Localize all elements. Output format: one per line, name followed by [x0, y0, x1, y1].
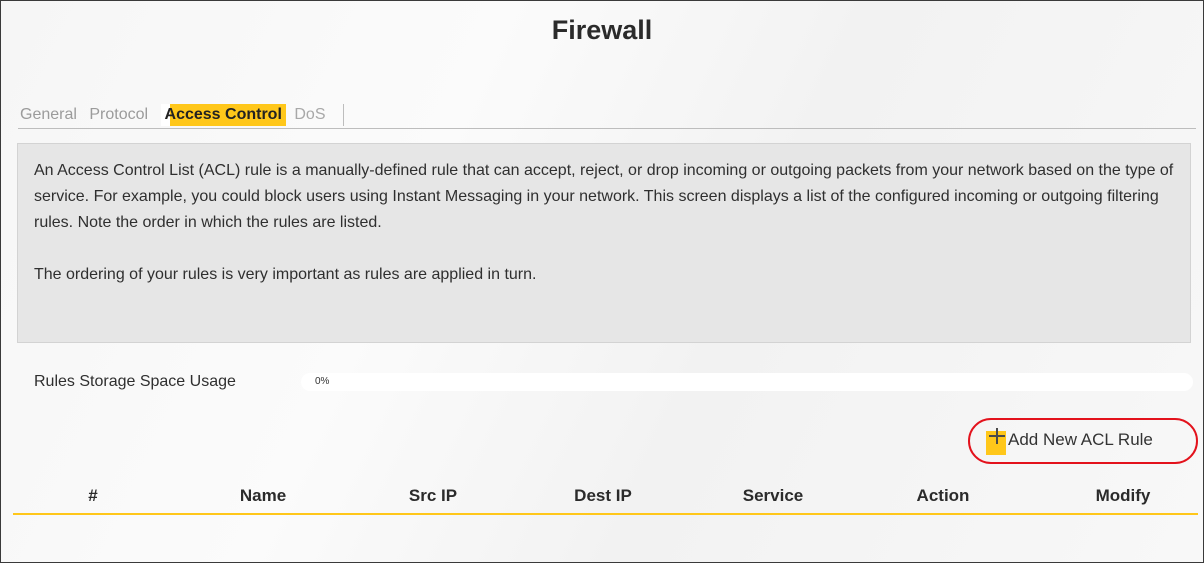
column-header-modify: Modify: [1095, 486, 1151, 505]
column-header-service: Service: [742, 486, 804, 505]
tab-bar: General Protocol Access Control DoS: [18, 104, 1196, 129]
storage-usage-bar: 0%: [301, 373, 1193, 391]
tab-access-control[interactable]: Access Control: [160, 104, 286, 126]
tab-protocol[interactable]: Protocol: [85, 104, 152, 126]
acl-table-header: # Name Src IP Dest IP Service Action Mod…: [13, 483, 1198, 515]
page-title: Firewall: [551, 15, 653, 45]
column-header-name: Name: [239, 486, 287, 505]
add-acl-rule-label[interactable]: Add New ACL Rule: [1008, 430, 1153, 450]
description-paragraph: An Access Control List (ACL) rule is a m…: [34, 162, 1174, 231]
description-box: An Access Control List (ACL) rule is a m…: [17, 143, 1191, 343]
plus-icon[interactable]: [986, 428, 1006, 455]
tab-dos[interactable]: DoS: [290, 104, 345, 126]
tab-general[interactable]: General: [18, 104, 81, 126]
description-note: The ordering of your rules is very impor…: [34, 266, 537, 283]
firewall-panel: Firewall General Protocol Access Control…: [0, 0, 1204, 563]
add-acl-rule-button[interactable]: Add New ACL Rule: [986, 428, 1153, 455]
column-header-src-ip: Src IP: [408, 486, 458, 505]
column-header-index: #: [88, 486, 98, 505]
column-header-action: Action: [916, 486, 970, 505]
storage-usage-value: 0%: [315, 376, 330, 387]
storage-usage: Rules Storage Space Usage 0%: [34, 371, 1194, 393]
column-header-dest-ip: Dest IP: [574, 486, 632, 505]
storage-usage-label: Rules Storage Space Usage: [34, 373, 236, 390]
